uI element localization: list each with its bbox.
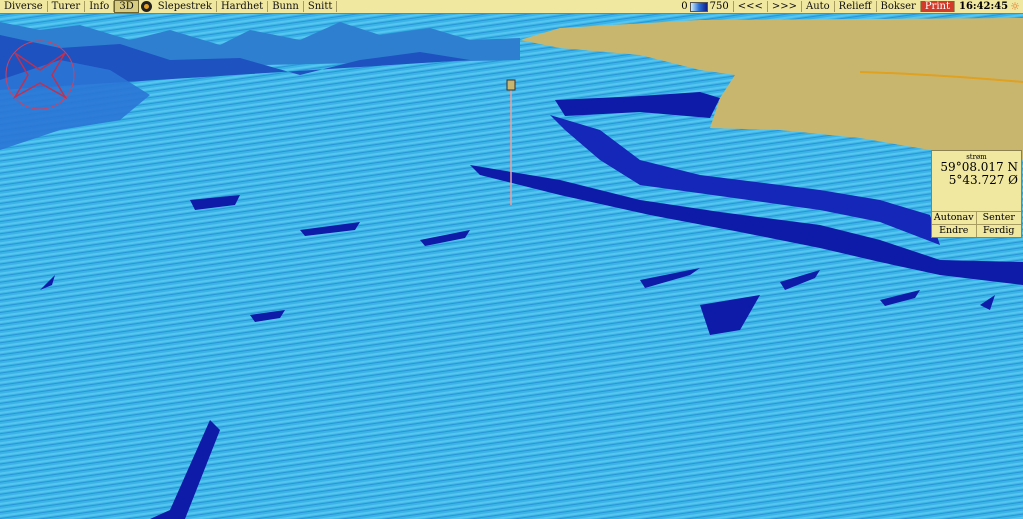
3d-terrain-view[interactable]	[0, 0, 1023, 519]
legend-color-bar	[689, 1, 708, 12]
boat-marker-icon[interactable]	[506, 79, 516, 91]
autonav-button[interactable]: Autonav	[932, 211, 977, 224]
sun-icon[interactable]: ☼	[1010, 0, 1023, 13]
menu-hardhet[interactable]: Hardhet	[217, 1, 269, 12]
menu-diverse[interactable]: Diverse	[0, 1, 48, 12]
clock: 16:42:45	[958, 1, 1009, 12]
nav-forward-button[interactable]: >>>	[768, 1, 802, 12]
senter-button[interactable]: Senter	[976, 211, 1021, 224]
ferdig-button[interactable]: Ferdig	[976, 224, 1021, 237]
menu-3d[interactable]: 3D	[114, 0, 139, 13]
menu-info[interactable]: Info	[85, 1, 115, 12]
longitude: 5°43.727 Ø	[948, 173, 1018, 187]
toolbar: Diverse Turer Info 3D Slepestrek Hardhet…	[0, 0, 1023, 14]
auto-button[interactable]: Auto	[802, 1, 835, 12]
print-button[interactable]: Print	[920, 1, 955, 12]
legend-min: 0	[681, 1, 688, 12]
target-icon[interactable]	[140, 1, 152, 12]
menu-slepestrek[interactable]: Slepestrek	[154, 1, 217, 12]
depth-legend[interactable]: 0 750	[677, 1, 734, 12]
bokser-button[interactable]: Bokser	[877, 1, 921, 12]
menu-bunn[interactable]: Bunn	[268, 1, 304, 12]
menu-turer[interactable]: Turer	[48, 1, 86, 12]
position-panel: strøm 59°08.017 N 5°43.727 Ø Autonav Sen…	[931, 150, 1022, 238]
legend-max: 750	[709, 1, 729, 12]
nav-back-button[interactable]: <<<	[734, 1, 768, 12]
endre-button[interactable]: Endre	[932, 224, 977, 237]
menu-snitt[interactable]: Snitt	[304, 1, 338, 12]
relieff-button[interactable]: Relieff	[835, 1, 877, 12]
